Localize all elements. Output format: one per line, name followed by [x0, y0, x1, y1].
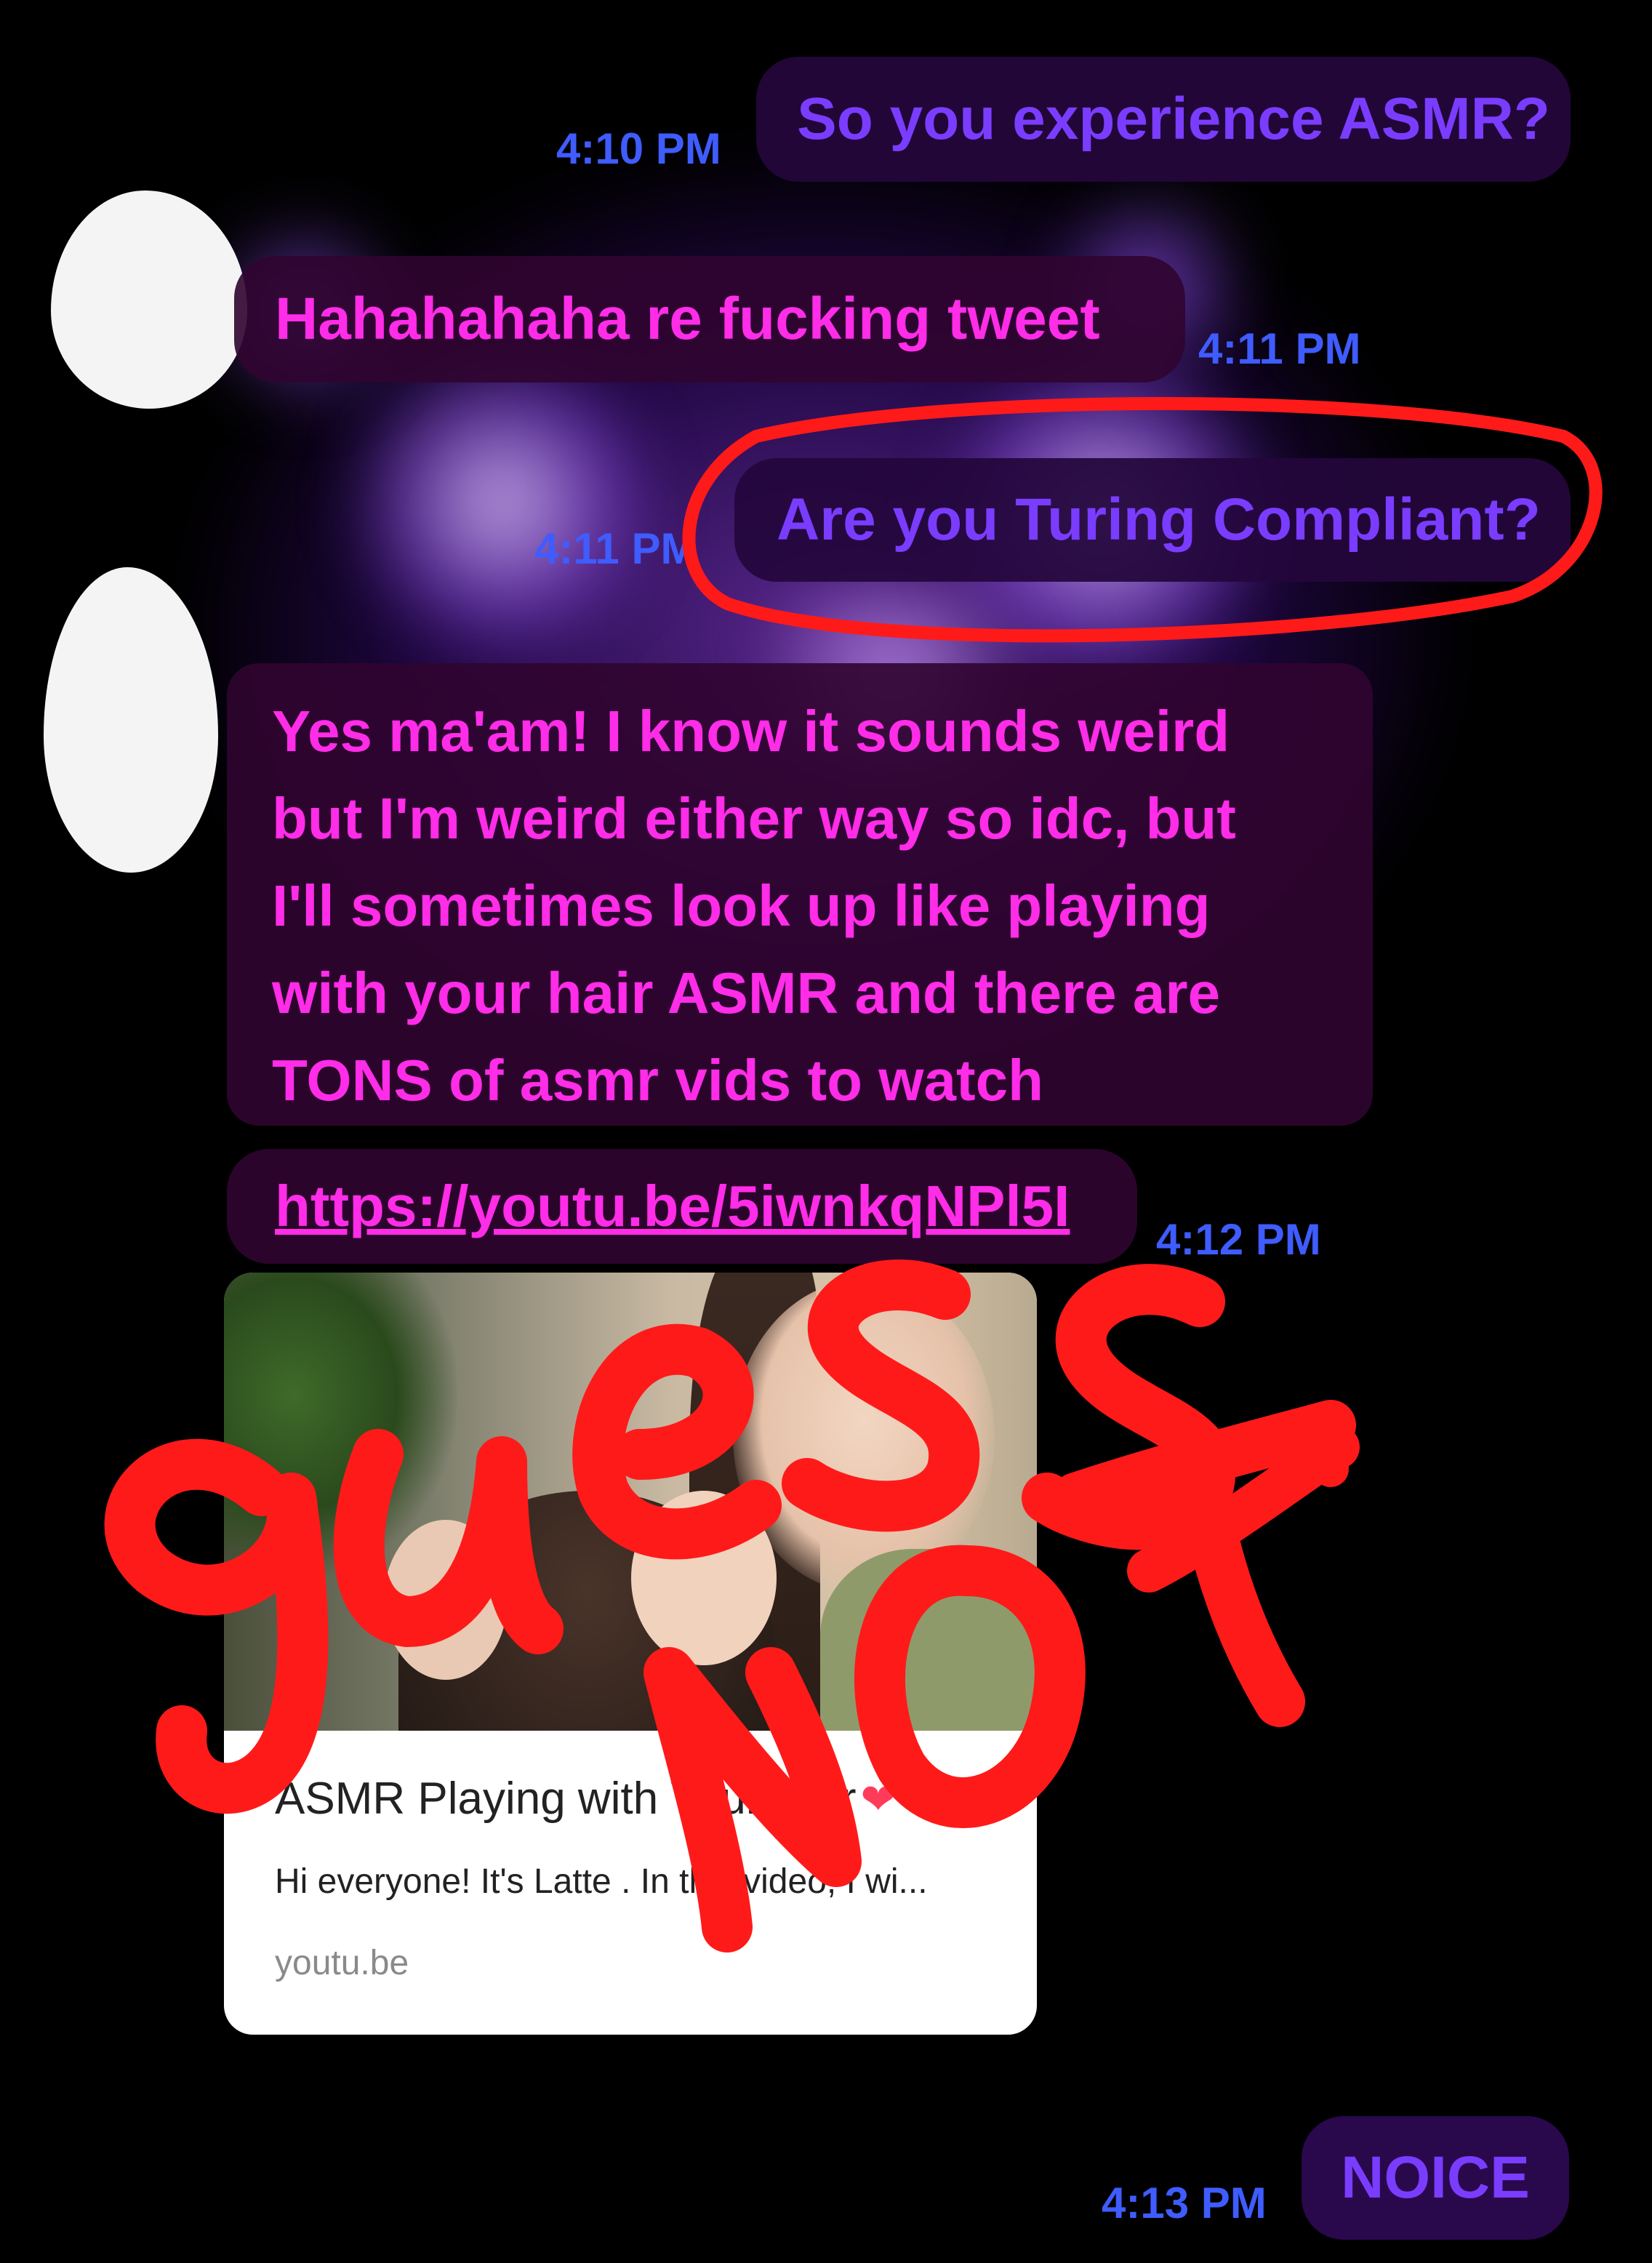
link-preview-domain: youtu.be [275, 1944, 409, 1982]
link-preview-card[interactable]: ASMR Playing with Your Hair ❤ Hi everyone… [224, 1273, 1037, 2035]
message-link[interactable]: https://youtu.be/5iwnkqNPl5I [275, 1174, 1070, 1238]
thumbnail-hand [631, 1491, 777, 1665]
heart-icon: ❤ [860, 1776, 897, 1823]
sent-message-bubble[interactable]: NOICE [1302, 2116, 1569, 2240]
annotation-stroke [1276, 1433, 1349, 1487]
video-thumbnail[interactable] [224, 1273, 1037, 1731]
message-line: but I'm weird either way so idc, but [272, 786, 1236, 851]
background-glow [349, 349, 654, 654]
message-line: with your hair ASMR and there are [272, 961, 1220, 1025]
message-line: Yes ma'am! I know it sounds weird [272, 699, 1230, 764]
link-preview-description: Hi everyone! It's Latte . In this video,… [275, 1862, 928, 1901]
contact-avatar[interactable] [44, 567, 218, 873]
thumbnail-face [733, 1280, 995, 1593]
received-message-bubble[interactable]: Hahahahaha re fucking tweet [234, 256, 1185, 382]
contact-avatar[interactable] [51, 191, 247, 409]
sent-message-bubble[interactable]: Are you Turing Compliant? [734, 458, 1571, 582]
received-message-bubble[interactable]: Yes ma'am! I know it sounds weird but I'… [227, 663, 1373, 1126]
message-timestamp: 4:12 PM [1156, 1215, 1321, 1264]
sent-message-bubble[interactable]: So you experience ASMR? [756, 57, 1571, 182]
message-line: I'll sometimes look up like playing [272, 873, 1211, 938]
thumbnail-shirt [820, 1549, 1037, 1731]
thumbnail-hand [384, 1520, 508, 1680]
received-link-bubble: https://youtu.be/5iwnkqNPl5I [227, 1149, 1137, 1264]
annotation-stroke [1022, 1264, 1236, 1550]
message-timestamp: 4:11 PM [534, 524, 697, 573]
message-line: TONS of asmr vids to watch [272, 1048, 1043, 1113]
message-timestamp: 4:11 PM [1198, 324, 1361, 373]
message-timestamp: 4:10 PM [556, 124, 721, 173]
link-preview-title-text: ASMR Playing with Your Hair [275, 1774, 857, 1824]
annotation-stroke [1127, 1425, 1360, 1593]
message-timestamp: 4:13 PM [1102, 2179, 1267, 2227]
link-preview-title[interactable]: ASMR Playing with Your Hair ❤ [275, 1773, 896, 1825]
chat-screen: 4:10 PM So you experience ASMR? Hahahaha… [0, 0, 1652, 2263]
annotation-stroke [1051, 1400, 1356, 1523]
annotation-stroke [1174, 1429, 1305, 1727]
